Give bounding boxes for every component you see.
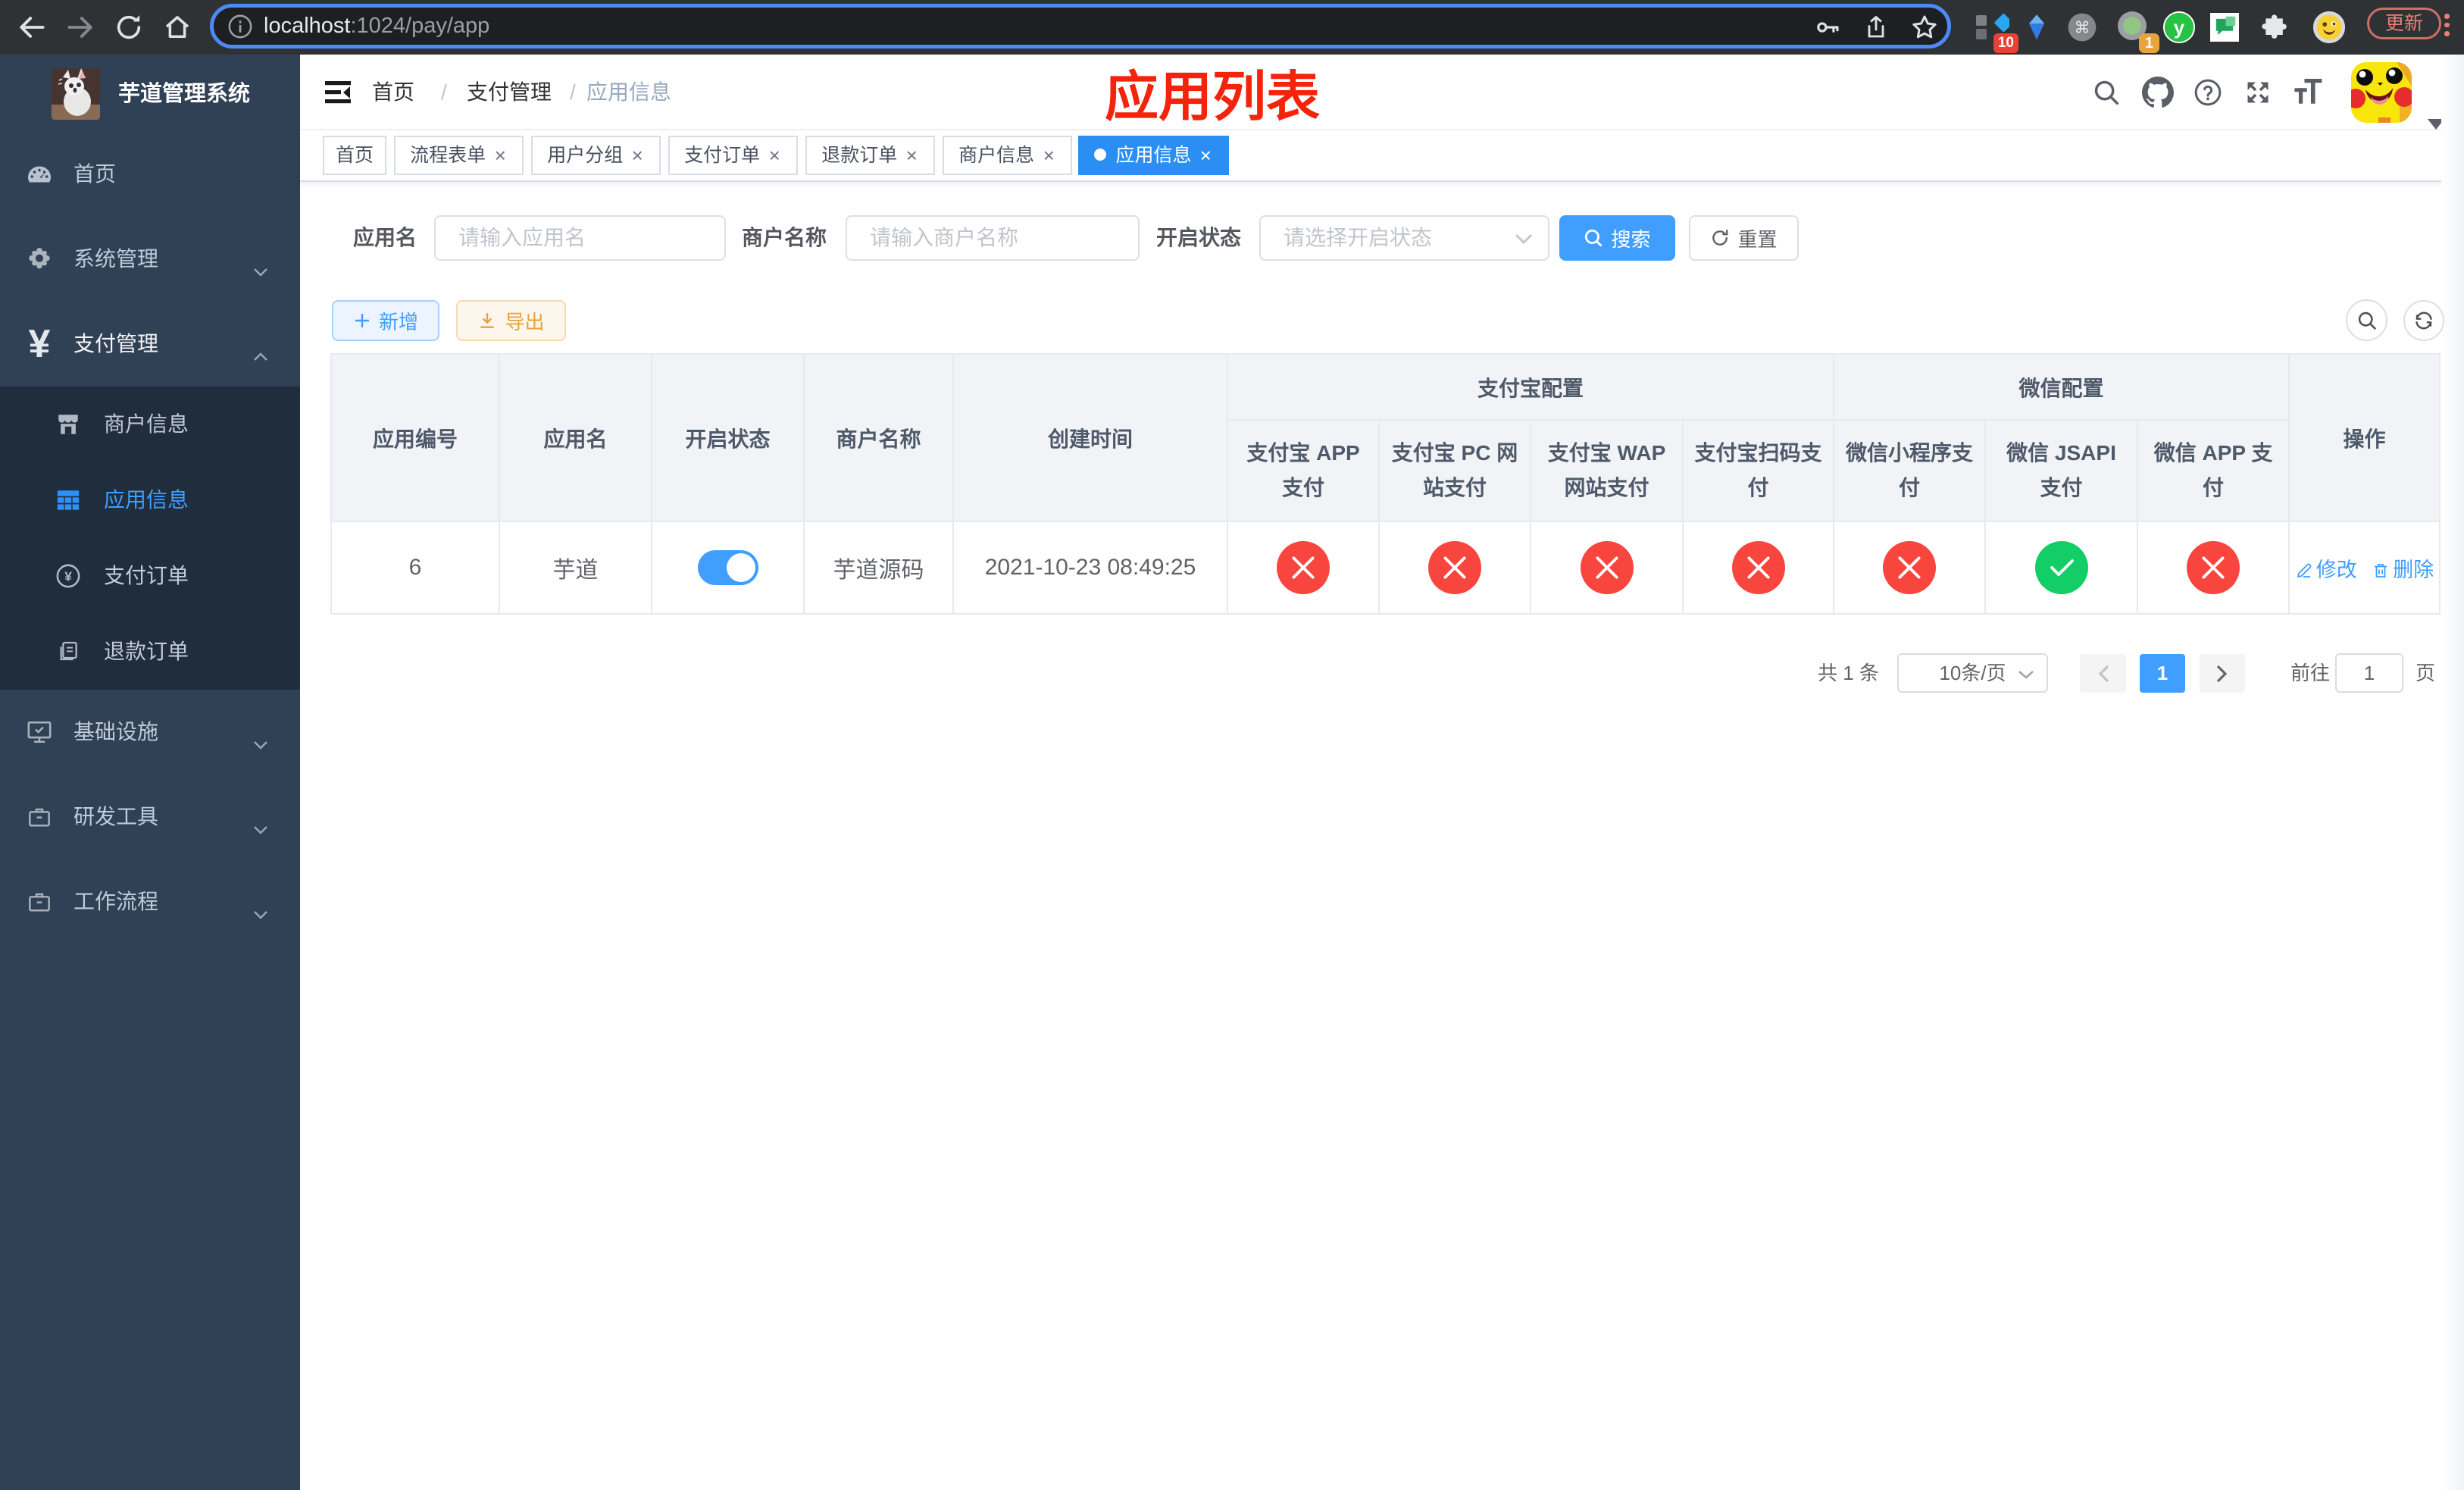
svg-text:¥: ¥ xyxy=(64,568,72,584)
svg-text:y: y xyxy=(2174,17,2185,39)
svg-text:⌘: ⌘ xyxy=(2075,19,2090,36)
